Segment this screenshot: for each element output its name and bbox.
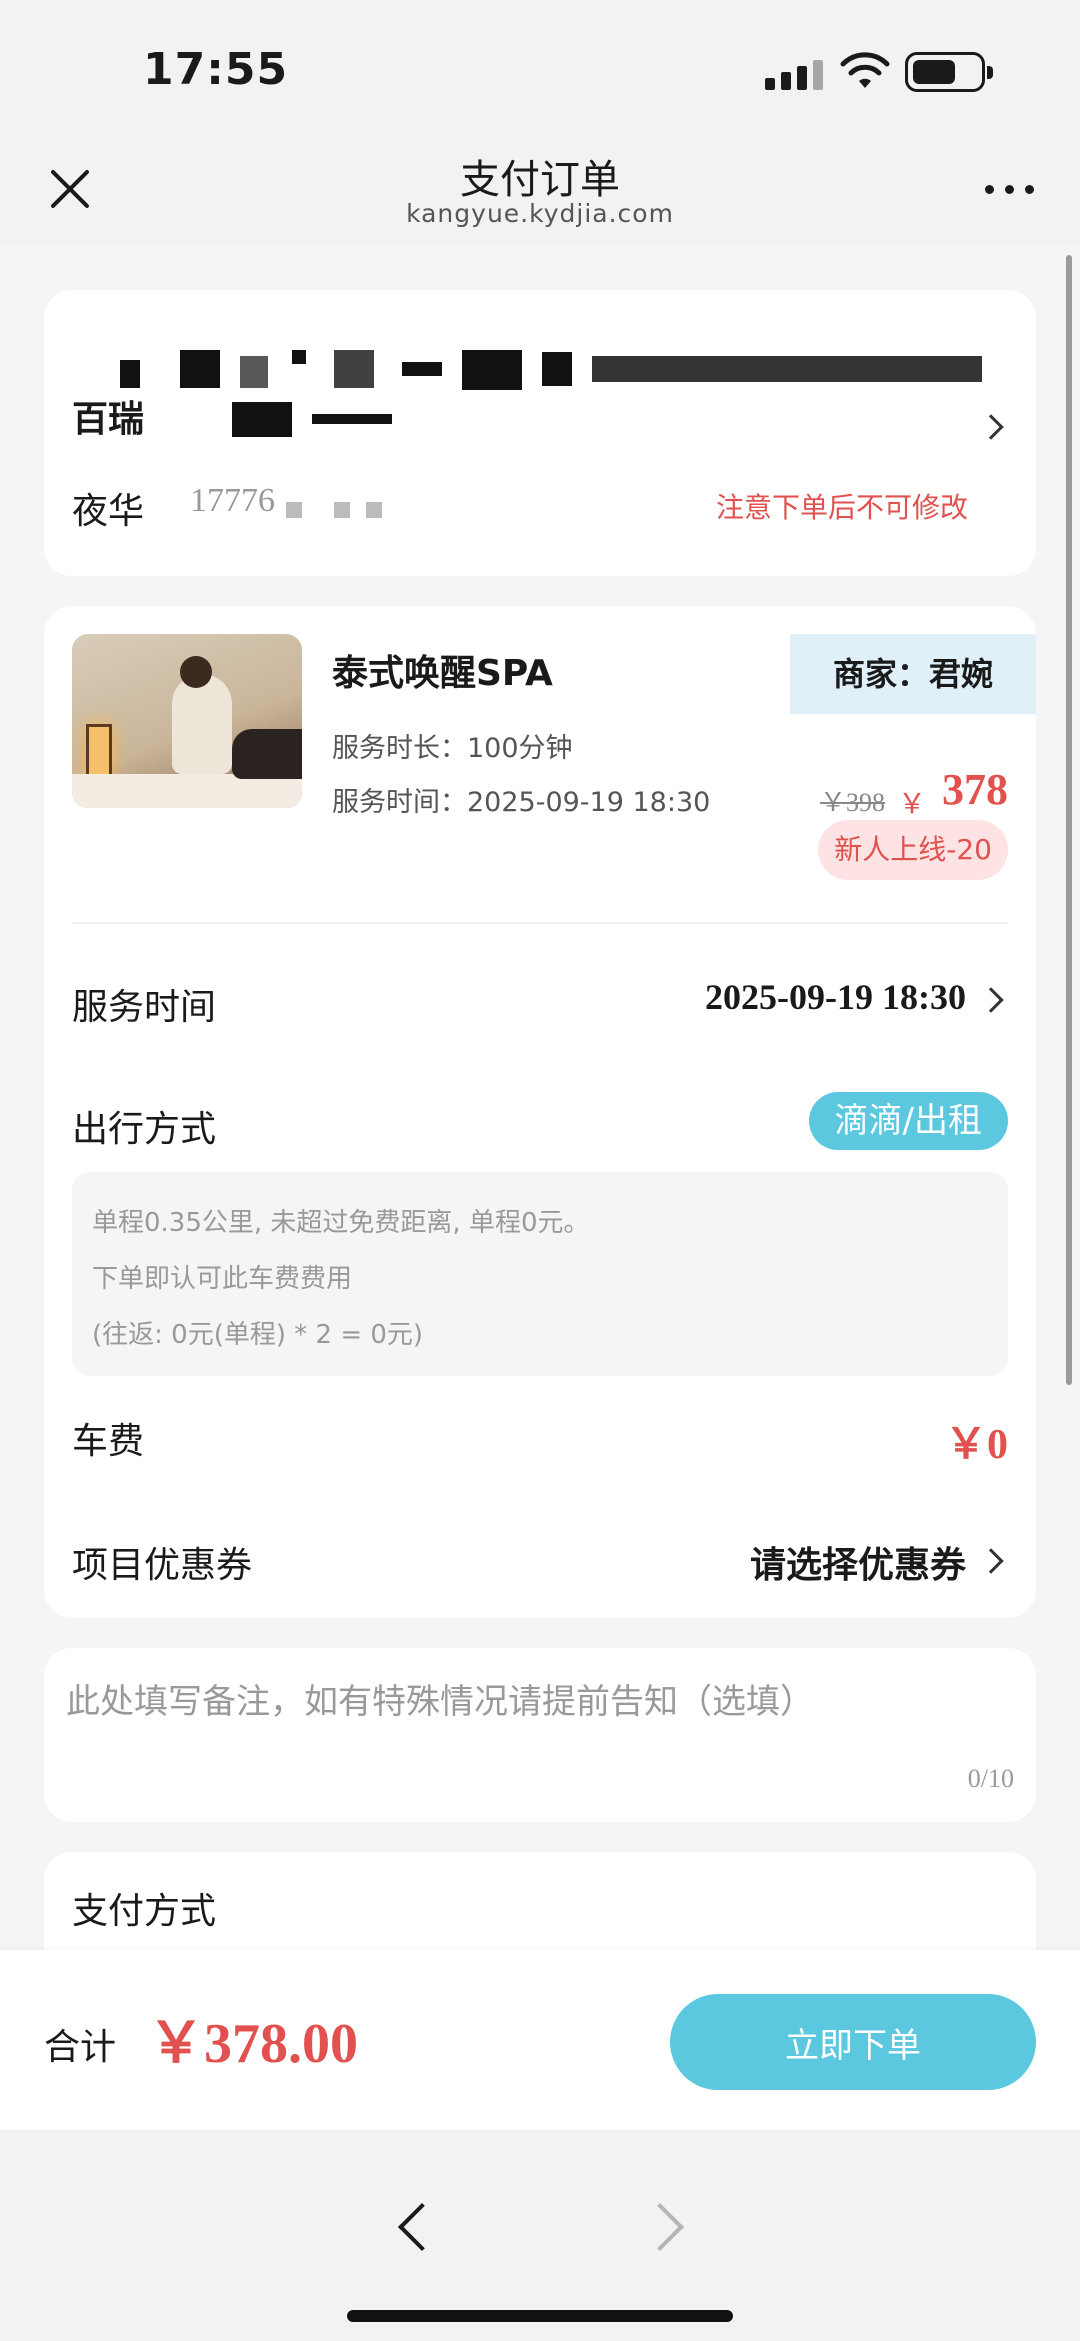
travel-info-line: (往返: 0元(单程) * 2 = 0元) xyxy=(92,1320,424,1350)
chevron-right-icon xyxy=(978,987,1004,1013)
nav-bar: 支付订单 kangyue.kydjia.com xyxy=(0,135,1080,245)
no-edit-notice: 注意下单后不可修改 xyxy=(715,491,968,524)
original-price: ￥398 xyxy=(820,788,886,817)
service-time-value[interactable]: 2025-09-19 18:30 xyxy=(705,976,966,1018)
service-price: 378 xyxy=(942,765,1008,814)
service-duration: 服务时长：100分钟 xyxy=(332,733,573,764)
remark-input[interactable] xyxy=(66,1672,1016,1732)
phone-mosaic xyxy=(366,502,382,518)
coupon-select[interactable]: 请选择优惠券 xyxy=(750,1536,966,1588)
order-card: 泰式唤醒SPA 商家：君婉 服务时长：100分钟 服务时间：2025-09-19… xyxy=(44,606,1036,1618)
service-title: 泰式唤醒SPA xyxy=(332,653,553,694)
coupon-label: 项目优惠券 xyxy=(72,1545,253,1586)
service-thumbnail xyxy=(72,634,302,808)
page-domain: kangyue.kydjia.com xyxy=(406,199,674,228)
divider xyxy=(72,922,1008,924)
scrollbar[interactable] xyxy=(1066,255,1072,1385)
travel-mode-badge[interactable]: 滴滴/出租 xyxy=(808,1092,1008,1150)
travel-info-line: 单程0.35公里, 未超过免费距离, 单程0元。 xyxy=(92,1208,590,1238)
more-icon[interactable] xyxy=(985,185,1035,197)
price-currency: ￥ xyxy=(898,787,927,820)
remark-counter: 0/10 xyxy=(967,1764,1014,1793)
travel-info-box: 单程0.35公里, 未超过免费距离, 单程0元。 下单即认可此车费费用 (往返:… xyxy=(72,1172,1008,1376)
checkout-bar: 合计 ￥378.00 立即下单 xyxy=(0,1950,1080,2130)
remark-card: 0/10 xyxy=(44,1648,1036,1822)
travel-info-line: 下单即认可此车费费用 xyxy=(92,1264,353,1294)
payment-label: 支付方式 xyxy=(72,1891,217,1932)
page-title: 支付订单 xyxy=(460,157,620,203)
place-order-button[interactable]: 立即下单 xyxy=(670,1994,1036,2090)
cellular-signal-icon xyxy=(765,58,823,90)
phone-mosaic xyxy=(334,502,350,518)
battery-icon xyxy=(905,52,993,92)
contact-phone: 17776 xyxy=(190,482,275,519)
total-label: 合计 xyxy=(44,2027,117,2068)
service-time-info: 服务时间：2025-09-19 18:30 xyxy=(332,787,711,818)
chevron-right-icon xyxy=(978,1548,1004,1574)
total-amount: ￥378.00 xyxy=(148,2013,358,2075)
status-time: 17:55 xyxy=(143,44,289,95)
wifi-icon xyxy=(840,52,890,88)
status-bar: 17:55 xyxy=(0,0,1080,135)
back-arrow-icon[interactable] xyxy=(385,2188,445,2268)
home-indicator xyxy=(347,2310,733,2322)
address-text: 百瑞 xyxy=(72,399,145,440)
redacted-address xyxy=(72,342,992,437)
promo-badge: 新人上线-20 xyxy=(818,820,1008,880)
forward-arrow-icon[interactable] xyxy=(635,2188,695,2268)
service-time-label: 服务时间 xyxy=(72,987,217,1028)
phone-mosaic xyxy=(286,502,302,518)
fare-value: ￥0 xyxy=(944,1422,1008,1468)
address-card[interactable]: 百瑞 夜华 17776 注意下单后不可修改 xyxy=(44,290,1036,576)
merchant-tag: 商家：君婉 xyxy=(790,634,1036,714)
travel-label: 出行方式 xyxy=(72,1109,217,1150)
browser-toolbar xyxy=(0,2130,1080,2341)
contact-name: 夜华 xyxy=(72,491,145,532)
fare-label: 车费 xyxy=(72,1421,145,1462)
